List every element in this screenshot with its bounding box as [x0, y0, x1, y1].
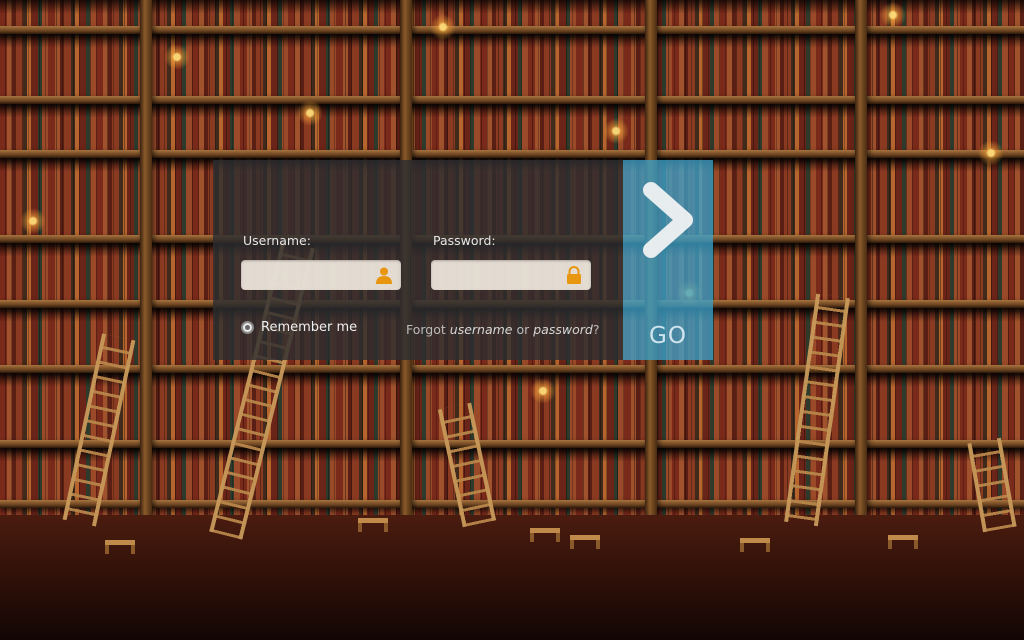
password-input[interactable]	[439, 260, 563, 292]
login-panel: Username: Password: Remember me Forgot u…	[213, 160, 623, 360]
candle-light	[164, 44, 190, 70]
floor	[0, 515, 1024, 640]
candle-light	[20, 208, 46, 234]
shelf	[0, 150, 1024, 158]
remember-me-radio[interactable]	[241, 321, 254, 334]
shelf	[0, 26, 1024, 34]
shelf-post	[855, 0, 867, 530]
shelf	[0, 440, 1024, 448]
password-field[interactable]	[431, 260, 591, 292]
stool	[570, 535, 600, 549]
shelf	[0, 365, 1024, 373]
candle-light	[430, 14, 456, 40]
stool	[740, 538, 770, 552]
stool	[105, 540, 135, 554]
go-label: GO	[649, 323, 687, 349]
password-label: Password:	[433, 233, 496, 248]
username-input[interactable]	[249, 260, 373, 292]
candle-light	[978, 140, 1004, 166]
remember-me-option[interactable]: Remember me	[241, 320, 357, 335]
username-label: Username:	[243, 233, 311, 248]
go-button[interactable]: GO	[623, 160, 713, 360]
stool	[530, 528, 560, 542]
stool	[888, 535, 918, 549]
shelf	[0, 500, 1024, 508]
username-field[interactable]	[241, 260, 401, 292]
candle-light	[603, 118, 629, 144]
lock-icon	[567, 266, 581, 284]
stool	[358, 518, 388, 532]
chevron-right-icon	[643, 182, 693, 258]
forgot-username-link[interactable]: username	[450, 322, 513, 337]
user-icon	[376, 267, 392, 284]
shelf-post	[140, 0, 152, 530]
shelf	[0, 96, 1024, 104]
forgot-password-link[interactable]: password	[533, 322, 593, 337]
forgot-credentials: Forgot username or password?	[406, 322, 600, 337]
candle-light	[297, 100, 323, 126]
candle-light	[880, 2, 906, 28]
remember-me-label: Remember me	[261, 320, 358, 335]
candle-light	[530, 378, 556, 404]
